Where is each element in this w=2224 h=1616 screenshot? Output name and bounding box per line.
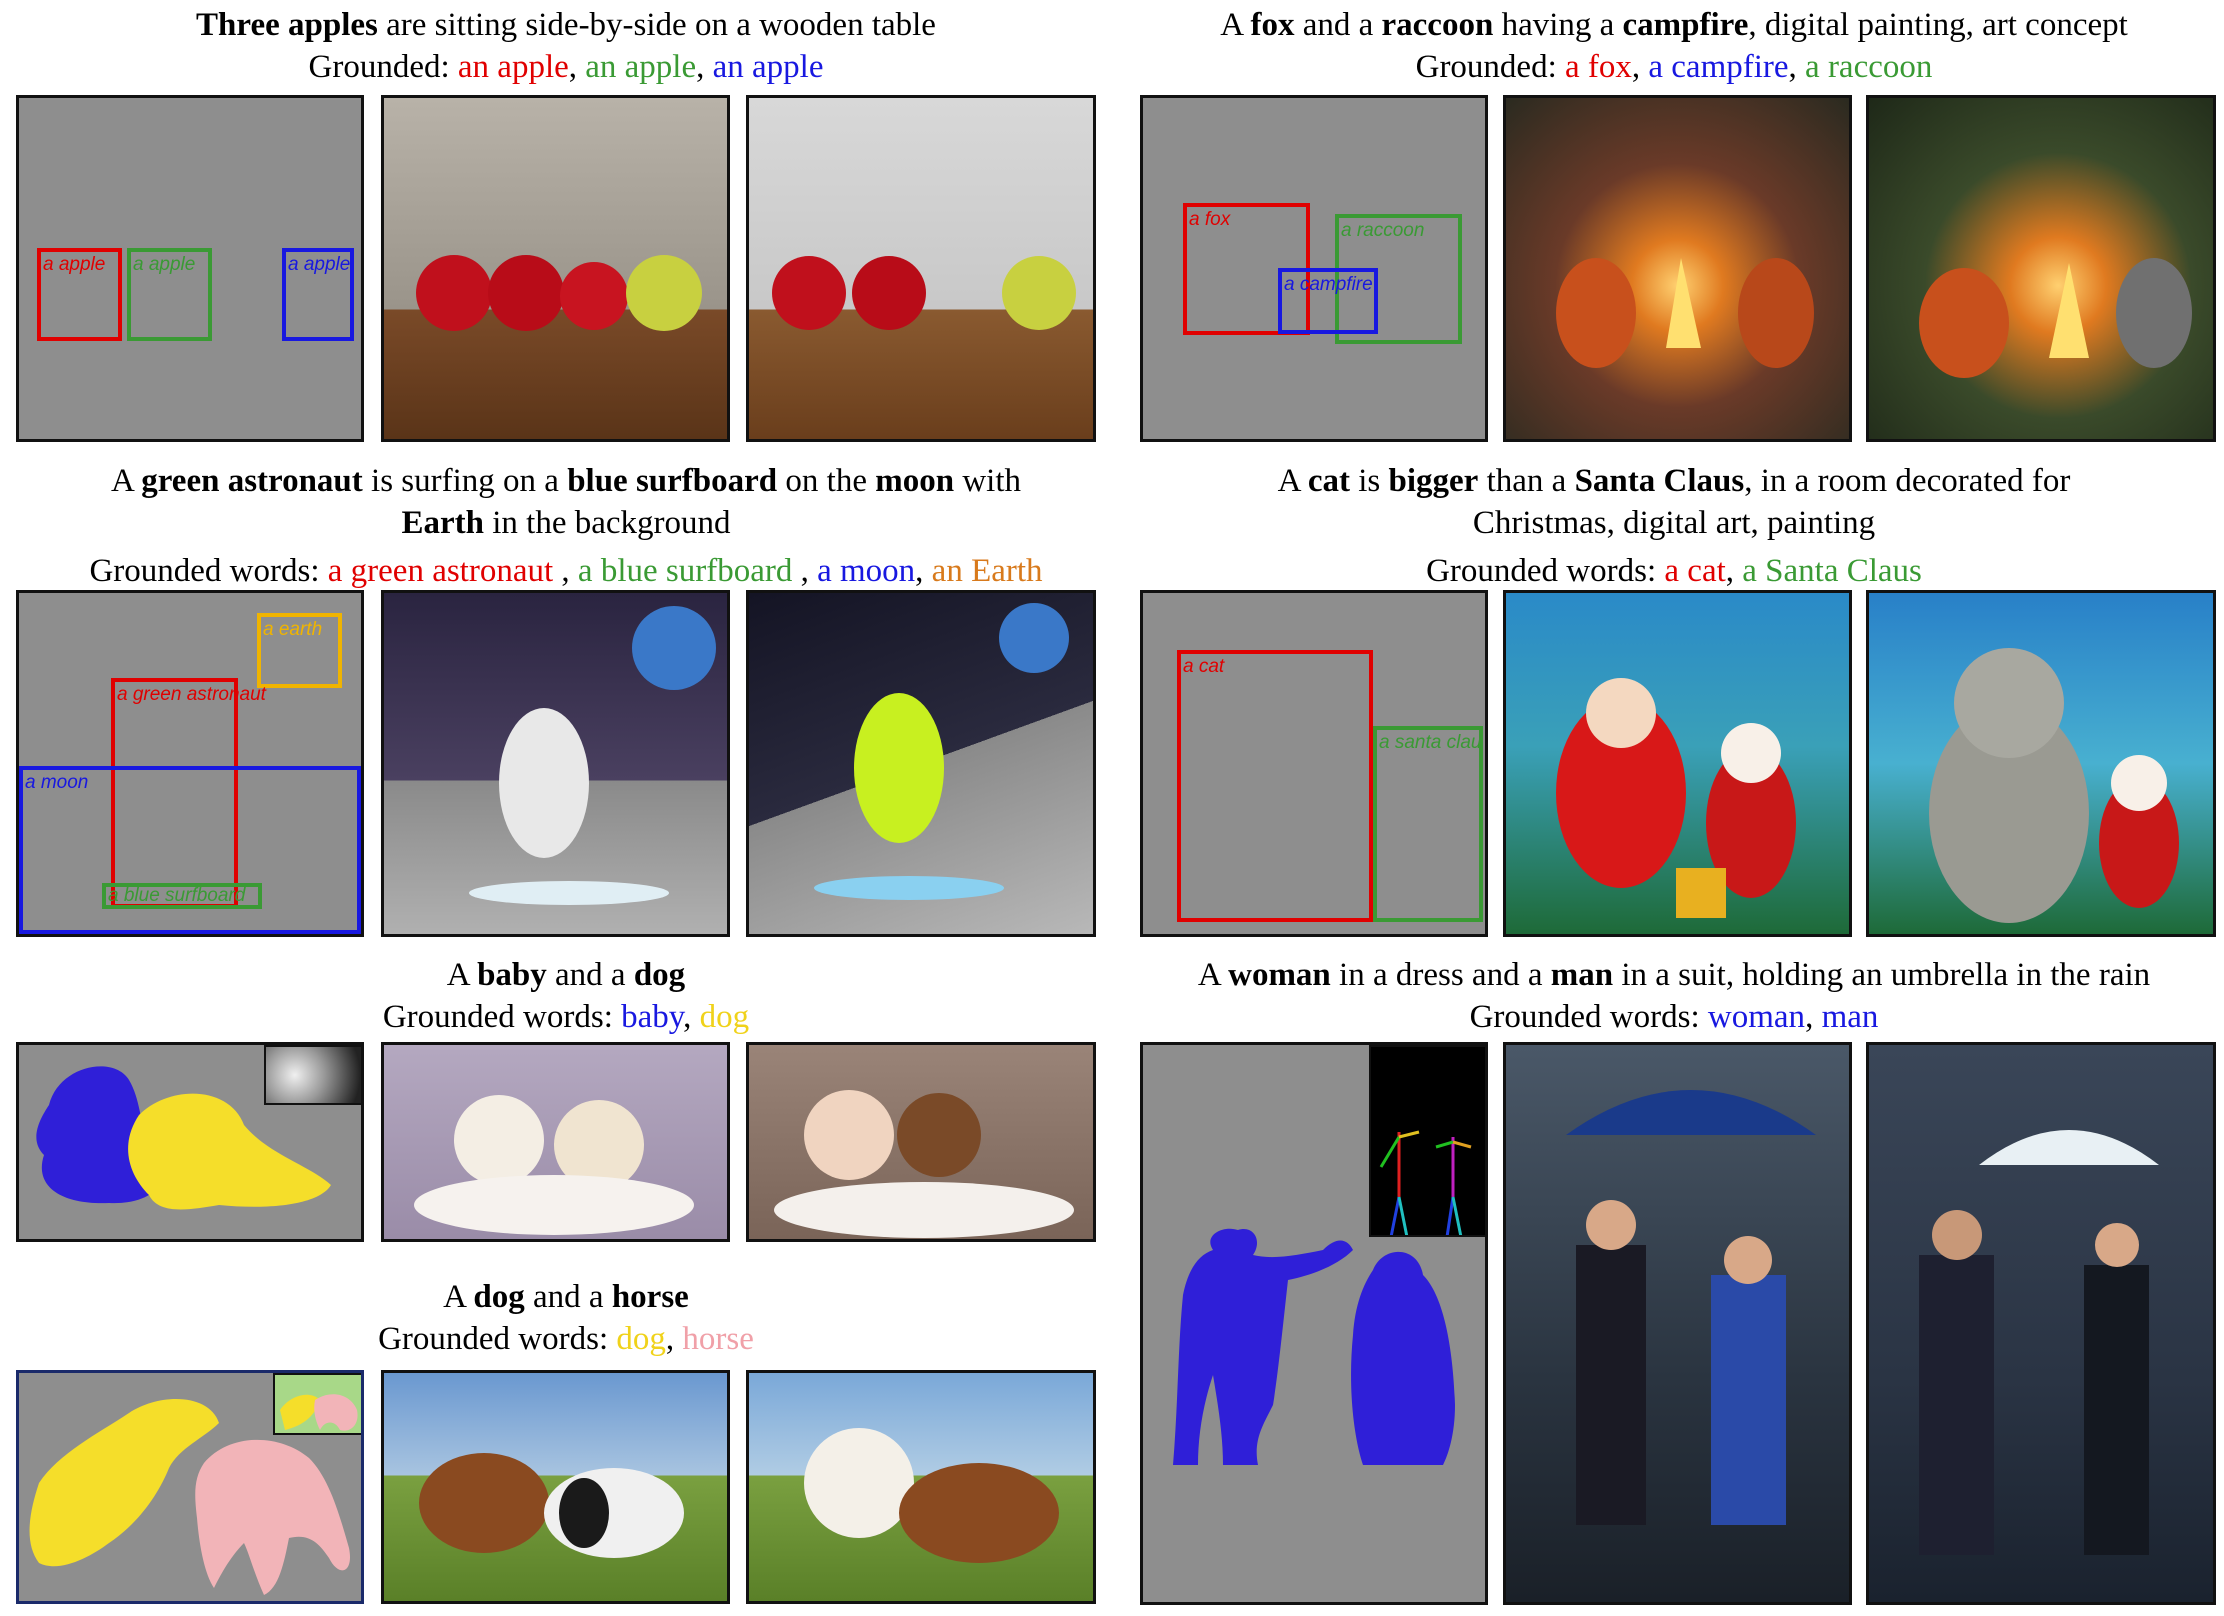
image-baby-1	[381, 1042, 730, 1242]
image-cat-2	[1866, 590, 2216, 937]
prompt-cat-line2: Christmas, digital art, painting	[1472, 505, 1876, 541]
fox-illustration-1	[1556, 258, 1814, 368]
grounded-cat: Grounded words: a cat, a Santa Claus	[1426, 553, 1922, 589]
bbox-cat: a cat	[1177, 650, 1373, 922]
caption-fox: A fox and a raccoon having a campfire, d…	[1140, 4, 2208, 88]
grounded-apples: Grounded: an apple, an apple, an apple	[308, 49, 824, 85]
image-apples-1	[381, 95, 730, 442]
pose-map-inset	[1369, 1045, 1485, 1237]
caption-woman: A woman in a dress and a man in a suit, …	[1140, 954, 2208, 1038]
layout-astronaut: a earth a green astronaut a moon a blue …	[16, 590, 364, 937]
bbox-santa: a santa clau	[1373, 726, 1483, 922]
caption-astronaut: A green astronaut is surfing on a blue s…	[16, 460, 1116, 592]
puppies-illustration	[414, 1095, 694, 1235]
astronaut-illustration-1	[469, 606, 716, 905]
layout-woman	[1140, 1042, 1488, 1605]
prompt-woman: A woman in a dress and a man in a suit, …	[1197, 957, 2151, 993]
santa-illustration-1	[1556, 678, 1796, 918]
horses-illustration-1	[419, 1453, 684, 1558]
umbrella-illustration-1	[1566, 1090, 1816, 1525]
bbox-apple-1: a apple	[37, 248, 122, 341]
image-woman-1	[1503, 1042, 1852, 1605]
fox-illustration-2	[1919, 258, 2192, 378]
prompt-astronaut-line2: Earth in the background	[401, 505, 731, 541]
prompt-baby: A baby and a dog	[446, 957, 686, 993]
bbox-apple-2: a apple	[127, 248, 212, 341]
pose-skeleton	[1379, 1130, 1472, 1235]
dog-horse-illustration-2	[804, 1428, 1059, 1563]
image-astronaut-2	[746, 590, 1096, 937]
layout-cat: a cat a santa clau	[1140, 590, 1488, 937]
image-horse-1	[381, 1370, 730, 1604]
caption-cat: A cat is bigger than a Santa Claus, in a…	[1140, 460, 2208, 592]
prompt-astronaut-line1: A green astronaut is surfing on a blue s…	[110, 463, 1021, 499]
image-cat-1	[1503, 590, 1852, 937]
image-fox-1	[1503, 95, 1852, 442]
layout-apples: a apple a apple a apple	[16, 95, 364, 442]
image-apples-2	[746, 95, 1096, 442]
segment-map-inset	[273, 1373, 361, 1435]
caption-horse: A dog and a horse Grounded words: dog, h…	[16, 1276, 1116, 1360]
grounded-fox: Grounded: a fox, a campfire, a raccoon	[1415, 49, 1933, 85]
caption-baby: A baby and a dog Grounded words: baby, d…	[16, 954, 1116, 1038]
apples-illustration-1	[416, 255, 702, 331]
prompt-cat-line1: A cat is bigger than a Santa Claus, in a…	[1277, 463, 2071, 499]
apples-illustration-2	[772, 256, 1076, 330]
layout-horse	[16, 1370, 364, 1604]
baby-dog-illustration	[774, 1090, 1074, 1238]
image-baby-2	[746, 1042, 1096, 1242]
caption-apples: Three apples are sitting side-by-side on…	[16, 4, 1116, 88]
cat-illustration-2	[1929, 648, 2179, 923]
bbox-apple-3: a apple	[282, 248, 354, 341]
depth-map-inset	[264, 1045, 361, 1105]
grounded-woman: Grounded words: woman, man	[1469, 999, 1879, 1035]
grounded-baby: Grounded words: baby, dog	[382, 999, 750, 1035]
image-horse-2	[746, 1370, 1096, 1604]
prompt-fox: A fox and a raccoon having a campfire, d…	[1220, 7, 2128, 43]
image-fox-2	[1866, 95, 2216, 442]
image-astronaut-1	[381, 590, 730, 937]
umbrella-illustration-2	[1919, 1130, 2159, 1555]
astronaut-illustration-2	[814, 603, 1069, 900]
bbox-campfire: a campfire	[1278, 268, 1378, 334]
bbox-earth: a earth	[257, 613, 342, 688]
bbox-surfboard: a blue surfboard	[102, 883, 262, 909]
prompt-apples: Three apples are sitting side-by-side on…	[196, 7, 936, 43]
layout-baby	[16, 1042, 364, 1242]
prompt-horse: A dog and a horse	[443, 1279, 689, 1315]
grounded-astronaut: Grounded words: a green astronaut , a bl…	[89, 553, 1043, 589]
segment-map-mini	[280, 1394, 358, 1431]
image-woman-2	[1866, 1042, 2216, 1605]
grounded-horse: Grounded words: dog, horse	[378, 1321, 754, 1357]
layout-fox: a fox a raccoon a campfire	[1140, 95, 1488, 442]
